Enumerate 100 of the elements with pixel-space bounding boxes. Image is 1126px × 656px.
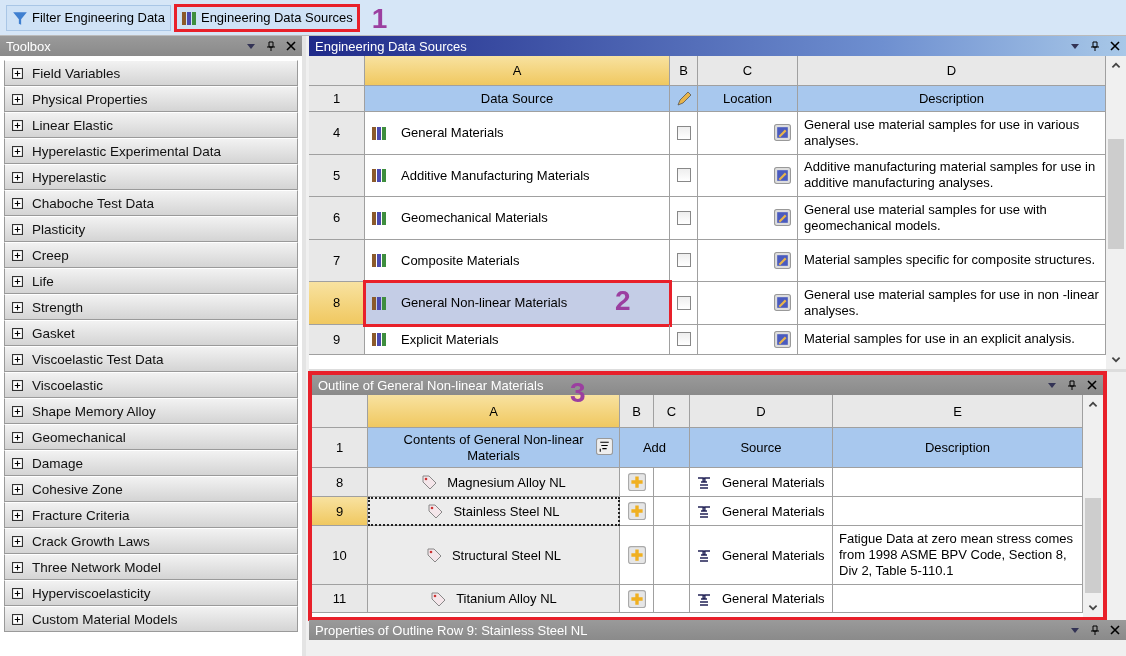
- expand-icon[interactable]: [12, 587, 23, 599]
- expand-icon[interactable]: [12, 405, 23, 417]
- tag-icon: [427, 503, 444, 519]
- close-icon[interactable]: [1110, 625, 1120, 635]
- expand-icon[interactable]: [12, 93, 23, 105]
- toolbox-category[interactable]: Physical Properties: [4, 86, 298, 112]
- pin-icon[interactable]: [1090, 41, 1100, 51]
- expand-icon[interactable]: [12, 509, 23, 521]
- data-source-cell[interactable]: General Materials: [365, 112, 670, 155]
- toolbox-category[interactable]: Cohesive Zone: [4, 476, 298, 502]
- material-cell[interactable]: Titanium Alloy NL: [368, 585, 620, 613]
- toolbox-category[interactable]: Damage: [4, 450, 298, 476]
- expand-icon[interactable]: [12, 119, 23, 131]
- expand-icon[interactable]: [12, 171, 23, 183]
- dropdown-icon[interactable]: [1047, 380, 1057, 390]
- expand-icon[interactable]: [12, 275, 23, 287]
- category-label: Cohesive Zone: [32, 481, 123, 497]
- location-icon[interactable]: [774, 166, 791, 184]
- row-number: 9: [309, 324, 365, 355]
- toolbox-category[interactable]: Shape Memory Alloy: [4, 398, 298, 424]
- expand-icon[interactable]: [12, 431, 23, 443]
- data-source-name: Explicit Materials: [401, 331, 499, 347]
- books-icon: [180, 9, 197, 26]
- location-icon[interactable]: [774, 251, 791, 269]
- material-cell[interactable]: Stainless Steel NL: [368, 497, 620, 526]
- expand-icon[interactable]: [12, 197, 23, 209]
- expand-icon[interactable]: [12, 223, 23, 235]
- location-icon[interactable]: [774, 209, 791, 227]
- books-icon: [371, 252, 387, 269]
- source-name: General Materials: [722, 474, 825, 490]
- data-source-cell[interactable]: Additive Manufacturing Materials: [365, 154, 670, 197]
- expand-icon[interactable]: [12, 457, 23, 469]
- tag-icon: [425, 547, 442, 563]
- column-letter: D: [798, 56, 1106, 86]
- toolbox-category[interactable]: Life: [4, 268, 298, 294]
- sort-icon[interactable]: [596, 438, 613, 455]
- expand-icon[interactable]: [12, 483, 23, 495]
- pin-icon[interactable]: [1067, 380, 1077, 390]
- material-cell[interactable]: Structural Steel NL: [368, 526, 620, 585]
- checkbox[interactable]: [676, 168, 691, 183]
- dropdown-icon[interactable]: [1070, 625, 1080, 635]
- dropdown-icon[interactable]: [1070, 41, 1080, 51]
- category-label: Gasket: [32, 325, 75, 341]
- checkbox[interactable]: [676, 210, 691, 225]
- checkbox[interactable]: [676, 125, 691, 140]
- expand-icon[interactable]: [12, 613, 23, 625]
- scrollbar[interactable]: [1106, 56, 1126, 369]
- expand-icon[interactable]: [12, 67, 23, 79]
- checkbox[interactable]: [676, 295, 691, 310]
- toolbox-category[interactable]: Chaboche Test Data: [4, 190, 298, 216]
- material-cell[interactable]: Magnesium Alloy NL: [368, 468, 620, 497]
- pin-icon[interactable]: [1090, 625, 1100, 635]
- category-label: Custom Material Models: [32, 611, 178, 627]
- toolbox-category[interactable]: Plasticity: [4, 216, 298, 242]
- toolbox-category[interactable]: Fracture Criteria: [4, 502, 298, 528]
- toolbox-category[interactable]: Hyperelastic: [4, 164, 298, 190]
- expand-icon[interactable]: [12, 145, 23, 157]
- expand-icon[interactable]: [12, 379, 23, 391]
- close-icon[interactable]: [1110, 41, 1120, 51]
- expand-icon[interactable]: [12, 353, 23, 365]
- toolbox-category[interactable]: Viscoelastic Test Data: [4, 346, 298, 372]
- pin-icon[interactable]: [266, 41, 276, 51]
- category-label: Fracture Criteria: [32, 507, 130, 523]
- toolbox-category[interactable]: Viscoelastic: [4, 372, 298, 398]
- toolbox-category[interactable]: Hyperelastic Experimental Data: [4, 138, 298, 164]
- expand-icon[interactable]: [12, 561, 23, 573]
- close-icon[interactable]: [1087, 380, 1097, 390]
- checkbox[interactable]: [676, 253, 691, 268]
- close-icon[interactable]: [286, 41, 296, 51]
- expand-icon[interactable]: [12, 249, 23, 261]
- toolbox-category[interactable]: Three Network Model: [4, 554, 298, 580]
- toolbox-category[interactable]: Linear Elastic: [4, 112, 298, 138]
- scrollbar-thumb[interactable]: [1085, 498, 1101, 593]
- data-source-cell[interactable]: Explicit Materials: [365, 324, 670, 355]
- toolbox-category[interactable]: Field Variables: [4, 60, 298, 86]
- location-icon[interactable]: [774, 124, 791, 142]
- toolbox-category[interactable]: Gasket: [4, 320, 298, 346]
- location-icon[interactable]: [774, 330, 791, 348]
- toolbox-category[interactable]: Hyperviscoelasticity: [4, 580, 298, 606]
- data-source-cell[interactable]: General Non-linear Materials 2: [365, 282, 670, 325]
- expand-icon[interactable]: [12, 301, 23, 313]
- tag-icon: [430, 590, 447, 607]
- toolbox-category[interactable]: Geomechanical: [4, 424, 298, 450]
- location-icon[interactable]: [774, 294, 791, 312]
- panel-title: Toolbox: [6, 38, 51, 54]
- expand-icon[interactable]: [12, 535, 23, 547]
- toolbox-category[interactable]: Creep: [4, 242, 298, 268]
- toolbox-category[interactable]: Strength: [4, 294, 298, 320]
- category-label: Hyperelastic: [32, 169, 107, 185]
- checkbox[interactable]: [676, 332, 691, 346]
- toolbar-button[interactable]: Filter Engineering Data: [6, 4, 171, 31]
- dropdown-icon[interactable]: [246, 41, 256, 51]
- scrollbar-thumb[interactable]: [1108, 139, 1124, 249]
- toolbox-category[interactable]: Crack Growth Laws: [4, 528, 298, 554]
- scrollbar[interactable]: [1083, 395, 1103, 617]
- data-source-cell[interactable]: Geomechanical Materials: [365, 197, 670, 240]
- expand-icon[interactable]: [12, 327, 23, 339]
- toolbox-category[interactable]: Custom Material Models: [4, 606, 298, 632]
- category-label: Strength: [32, 299, 84, 315]
- column-letter: D: [690, 395, 833, 428]
